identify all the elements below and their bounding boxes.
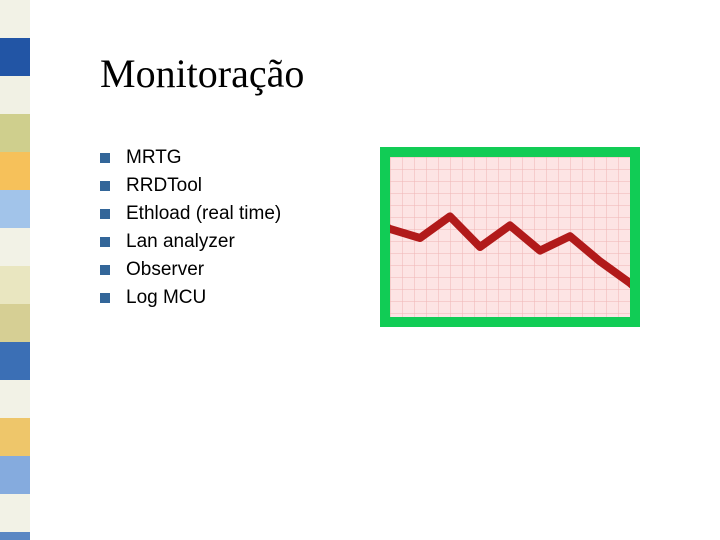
bullet-text: Ethload (real time): [126, 203, 281, 225]
bullet-square-icon: [100, 237, 110, 247]
list-item: Log MCU: [100, 287, 340, 309]
stripe-segment: [0, 152, 30, 190]
stripe-segment: [0, 494, 30, 532]
stripe-segment: [0, 304, 30, 342]
list-item: Ethload (real time): [100, 203, 340, 225]
bullet-text: Log MCU: [126, 287, 206, 309]
bullet-list: MRTG RRDTool Ethload (real time) Lan analyz…: [100, 147, 340, 315]
stripe-segment: [0, 266, 30, 304]
stripe-segment: [0, 228, 30, 266]
list-item: Observer: [100, 259, 340, 281]
stripe-segment: [0, 0, 30, 38]
bullet-text: Observer: [126, 259, 204, 281]
slide-title: Monitoração: [100, 50, 680, 97]
slide-content: Monitoração MRTG RRDTool Ethload (real tim…: [100, 50, 680, 500]
decorative-stripes: [0, 0, 30, 540]
stripe-segment: [0, 76, 30, 114]
stripe-segment: [0, 456, 30, 494]
bullet-square-icon: [100, 293, 110, 303]
stripe-segment: [0, 190, 30, 228]
bullet-square-icon: [100, 181, 110, 191]
bullet-text: MRTG: [126, 147, 182, 169]
grid-icon: [390, 157, 630, 317]
bullet-square-icon: [100, 265, 110, 275]
stripe-segment: [0, 114, 30, 152]
bullet-square-icon: [100, 209, 110, 219]
list-item: MRTG: [100, 147, 340, 169]
bullet-text: RRDTool: [126, 175, 202, 197]
stripe-segment: [0, 38, 30, 76]
bullet-text: Lan analyzer: [126, 231, 235, 253]
stripe-segment: [0, 418, 30, 456]
stripe-segment: [0, 380, 30, 418]
bullet-square-icon: [100, 153, 110, 163]
stripe-segment: [0, 342, 30, 380]
list-item: RRDTool: [100, 175, 340, 197]
body-row: MRTG RRDTool Ethload (real time) Lan analyz…: [100, 147, 680, 327]
chart-grid: [390, 157, 630, 317]
chart-frame: [380, 147, 640, 327]
stripe-segment: [0, 532, 30, 540]
list-item: Lan analyzer: [100, 231, 340, 253]
